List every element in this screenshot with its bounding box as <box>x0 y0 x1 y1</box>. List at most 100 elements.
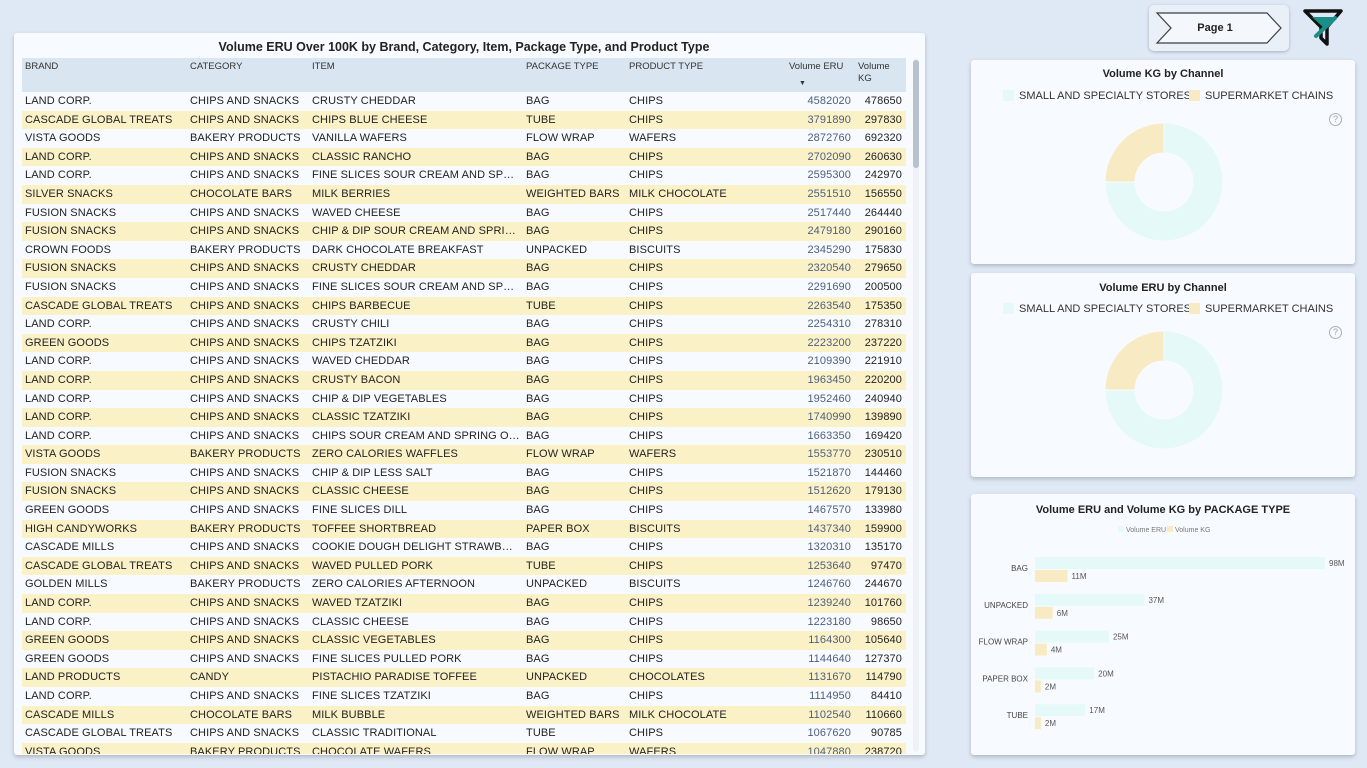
cell-volume-kg: 127370 <box>864 652 902 665</box>
table-row[interactable]: FUSION SNACKS CHIPS AND SNACKS CLASSIC CHE… <box>22 482 906 502</box>
bar-volume-kg[interactable] <box>1035 680 1041 693</box>
cell-brand: LAND CORP. <box>25 690 92 702</box>
cell-volume-kg: 84410 <box>870 690 902 702</box>
table-row[interactable]: GREEN GOODS CHIPS AND SNACKS CHIPS TZATZIK… <box>22 333 906 353</box>
table-row[interactable]: FUSION SNACKS CHIPS AND SNACKS CHIP & DIP … <box>22 222 906 241</box>
column-header-product-type[interactable]: PRODUCT TYPE <box>629 61 703 73</box>
bar-volume-eru[interactable] <box>1035 704 1086 717</box>
table-row[interactable]: LAND CORP. CHIPS AND SNACKS CRUSTY CHEDDAR… <box>22 92 906 111</box>
cell-volume-eru: 1239240 <box>807 597 851 610</box>
bar-volume-kg[interactable] <box>1035 643 1047 656</box>
table-row[interactable]: CASCADE MILLS CHOCOLATE BARS MILK BUBBLE WE… <box>22 705 906 725</box>
table-row[interactable]: LAND CORP. CHIPS AND SNACKS CRUSTY BACON BA… <box>22 370 906 390</box>
table-row[interactable]: LAND CORP. CHIPS AND SNACKS FINE SLICES SO… <box>22 166 906 185</box>
cell-volume-eru: 2517440 <box>807 206 851 219</box>
cell-category: CHIPS AND SNACKS <box>190 373 300 386</box>
cell-volume-kg: 260630 <box>864 150 902 163</box>
table-row[interactable]: VISTA GOODS BAKERY PRODUCTS VANILLA WAFERS… <box>22 129 906 148</box>
table-row[interactable]: LAND CORP. CHIPS AND SNACKS CHIP & DIP VEG… <box>22 390 906 409</box>
column-header-volume-kg[interactable]: Volume KG <box>858 61 896 85</box>
sort-descending-icon[interactable]: ▼ <box>799 80 806 87</box>
donut-slice-supermarket[interactable] <box>1104 122 1165 183</box>
cell-product-type: CHIPS <box>629 150 664 163</box>
table-row[interactable]: VISTA GOODS BAKERY PRODUCTS CHOCOLATE WAFE… <box>22 742 906 754</box>
cell-brand: LAND CORP. <box>25 597 92 610</box>
table-row[interactable]: CASCADE GLOBAL TREATS CHIPS AND SNACKS CLA… <box>22 724 906 743</box>
cell-category: CHIPS AND SNACKS <box>190 597 300 610</box>
cell-volume-kg: 101760 <box>864 597 902 610</box>
table-row[interactable]: LAND CORP. CHIPS AND SNACKS WAVED CHEDDAR B… <box>22 352 906 371</box>
table-row[interactable]: CROWN FOODS BAKERY PRODUCTS DARK CHOCOLATE… <box>22 241 906 260</box>
cell-volume-eru: 1102540 <box>808 708 851 721</box>
table-row[interactable]: FUSION SNACKS CHIPS AND SNACKS WAVED CHEES… <box>22 204 906 223</box>
cell-volume-kg: 159900 <box>864 522 902 535</box>
table-visual[interactable]: Volume ERU Over 100K by Brand, Category,… <box>14 33 925 755</box>
table-row[interactable]: LAND CORP. CHIPS AND SNACKS CHIPS SOUR CRE… <box>22 427 906 446</box>
cell-volume-kg: 221910 <box>864 355 902 368</box>
table-row[interactable]: CASCADE MILLS CHIPS AND SNACKS COOKIE DOUG… <box>22 538 906 557</box>
table-row[interactable]: LAND PRODUCTS CANDY PISTACHIO PARADISE TOF… <box>22 668 906 687</box>
donut-chart-volume-kg[interactable]: Volume KG by Channel SMALL AND SPECIALTY… <box>971 60 1355 264</box>
table-row[interactable]: GREEN GOODS CHIPS AND SNACKS CLASSIC VEGET… <box>22 631 906 650</box>
cell-category: BAKERY PRODUCTS <box>190 522 301 535</box>
table-row[interactable]: FUSION SNACKS CHIPS AND SNACKS FINE SLICES… <box>22 278 906 297</box>
bar-volume-eru[interactable] <box>1035 630 1109 643</box>
cell-brand: LAND PRODUCTS <box>25 671 121 684</box>
cell-volume-kg: 279650 <box>864 262 902 275</box>
cell-volume-eru: 1963450 <box>807 373 851 386</box>
column-header-package-type[interactable]: PACKAGE TYPE <box>526 61 599 73</box>
cell-product-type: CHIPS <box>629 392 664 405</box>
cell-product-type: CHIPS <box>629 429 664 442</box>
table-row[interactable]: LAND CORP. CHIPS AND SNACKS CLASSIC RANCHO… <box>22 147 906 167</box>
scrollbar-thumb[interactable] <box>913 60 919 168</box>
table-row[interactable]: LAND CORP. CHIPS AND SNACKS CRUSTY CHILI BA… <box>22 315 906 334</box>
bar-volume-eru[interactable] <box>1035 667 1095 680</box>
cell-brand: VISTA GOODS <box>25 132 101 145</box>
cell-item: PISTACHIO PARADISE TOFFEE <box>312 671 477 684</box>
table-row[interactable]: LAND CORP. CHIPS AND SNACKS WAVED TZATZIKI… <box>22 594 906 613</box>
table-row[interactable]: FUSION SNACKS CHIPS AND SNACKS CHIP & DIP … <box>22 464 906 483</box>
column-header-item[interactable]: ITEM <box>312 61 335 73</box>
cell-brand: VISTA GOODS <box>25 745 101 754</box>
table-row[interactable]: VISTA GOODS BAKERY PRODUCTS ZERO CALORIES … <box>22 445 906 464</box>
table-row[interactable]: GREEN GOODS CHIPS AND SNACKS FINE SLICES D… <box>22 501 906 520</box>
donut-slice-supermarket[interactable] <box>1104 330 1165 391</box>
table-row[interactable]: HIGH CANDYWORKS BAKERY PRODUCTS TOFFEE SHO… <box>22 519 906 539</box>
table-row[interactable]: GREEN GOODS CHIPS AND SNACKS FINE SLICES P… <box>22 650 906 669</box>
table-row[interactable]: CASCADE GLOBAL TREATS CHIPS AND SNACKS CHI… <box>22 110 906 130</box>
page-1-button[interactable]: Page 1 <box>1149 5 1289 51</box>
bar-volume-kg[interactable] <box>1035 717 1041 730</box>
table-row[interactable]: GOLDEN MILLS BAKERY PRODUCTS ZERO CALORIES… <box>22 575 906 594</box>
cell-volume-eru: 2702090 <box>807 150 851 163</box>
table-scrollbar[interactable] <box>913 58 919 752</box>
cell-category: CHIPS AND SNACKS <box>190 206 300 219</box>
column-header-brand[interactable]: BRAND <box>25 61 58 73</box>
column-header-category[interactable]: CATEGORY <box>190 61 242 73</box>
table-row[interactable]: LAND CORP. CHIPS AND SNACKS CLASSIC CHEESE… <box>22 613 906 632</box>
bar-volume-kg[interactable] <box>1035 570 1068 582</box>
cell-product-type: BISCUITS <box>629 522 681 535</box>
table-row[interactable]: CASCADE GLOBAL TREATS CHIPS AND SNACKS WAV… <box>22 556 906 576</box>
table-row[interactable]: LAND CORP. CHIPS AND SNACKS FINE SLICES TZ… <box>22 687 906 706</box>
cell-item: CRUSTY CHEDDAR <box>312 95 416 107</box>
bar-chart-package-type[interactable]: Volume ERU and Volume KG by PACKAGE TYPE… <box>971 494 1355 755</box>
table-row[interactable]: SILVER SNACKS CHOCOLATE BARS MILK BERRIES W… <box>22 184 906 204</box>
brand-logo-icon <box>1303 9 1343 46</box>
cell-package-type: BAG <box>526 373 550 386</box>
cell-brand: CASCADE MILLS <box>25 708 115 721</box>
bar-volume-eru[interactable] <box>1035 593 1145 606</box>
cell-volume-eru: 1253640 <box>807 559 851 572</box>
cell-item: CHIP & DIP LESS SALT <box>312 466 433 479</box>
cell-brand: FUSION SNACKS <box>25 485 117 498</box>
cell-volume-eru: 1521870 <box>807 466 851 479</box>
table-row[interactable]: CASCADE GLOBAL TREATS CHIPS AND SNACKS CHI… <box>22 296 906 316</box>
bar-volume-kg[interactable] <box>1035 606 1053 619</box>
donut-chart-volume-eru[interactable]: Volume ERU by Channel SMALL AND SPECIALT… <box>971 273 1355 477</box>
column-header-volume-eru[interactable]: Volume ERU <box>789 61 851 73</box>
cell-volume-kg: 290160 <box>864 225 902 238</box>
table-row[interactable]: LAND CORP. CHIPS AND SNACKS CLASSIC TZATZI… <box>22 408 906 427</box>
cell-package-type: BAG <box>526 504 550 517</box>
table-row[interactable]: FUSION SNACKS CHIPS AND SNACKS CRUSTY CHED… <box>22 259 906 278</box>
cell-category: CHIPS AND SNACKS <box>190 504 300 517</box>
bar-volume-eru[interactable] <box>1035 557 1325 569</box>
